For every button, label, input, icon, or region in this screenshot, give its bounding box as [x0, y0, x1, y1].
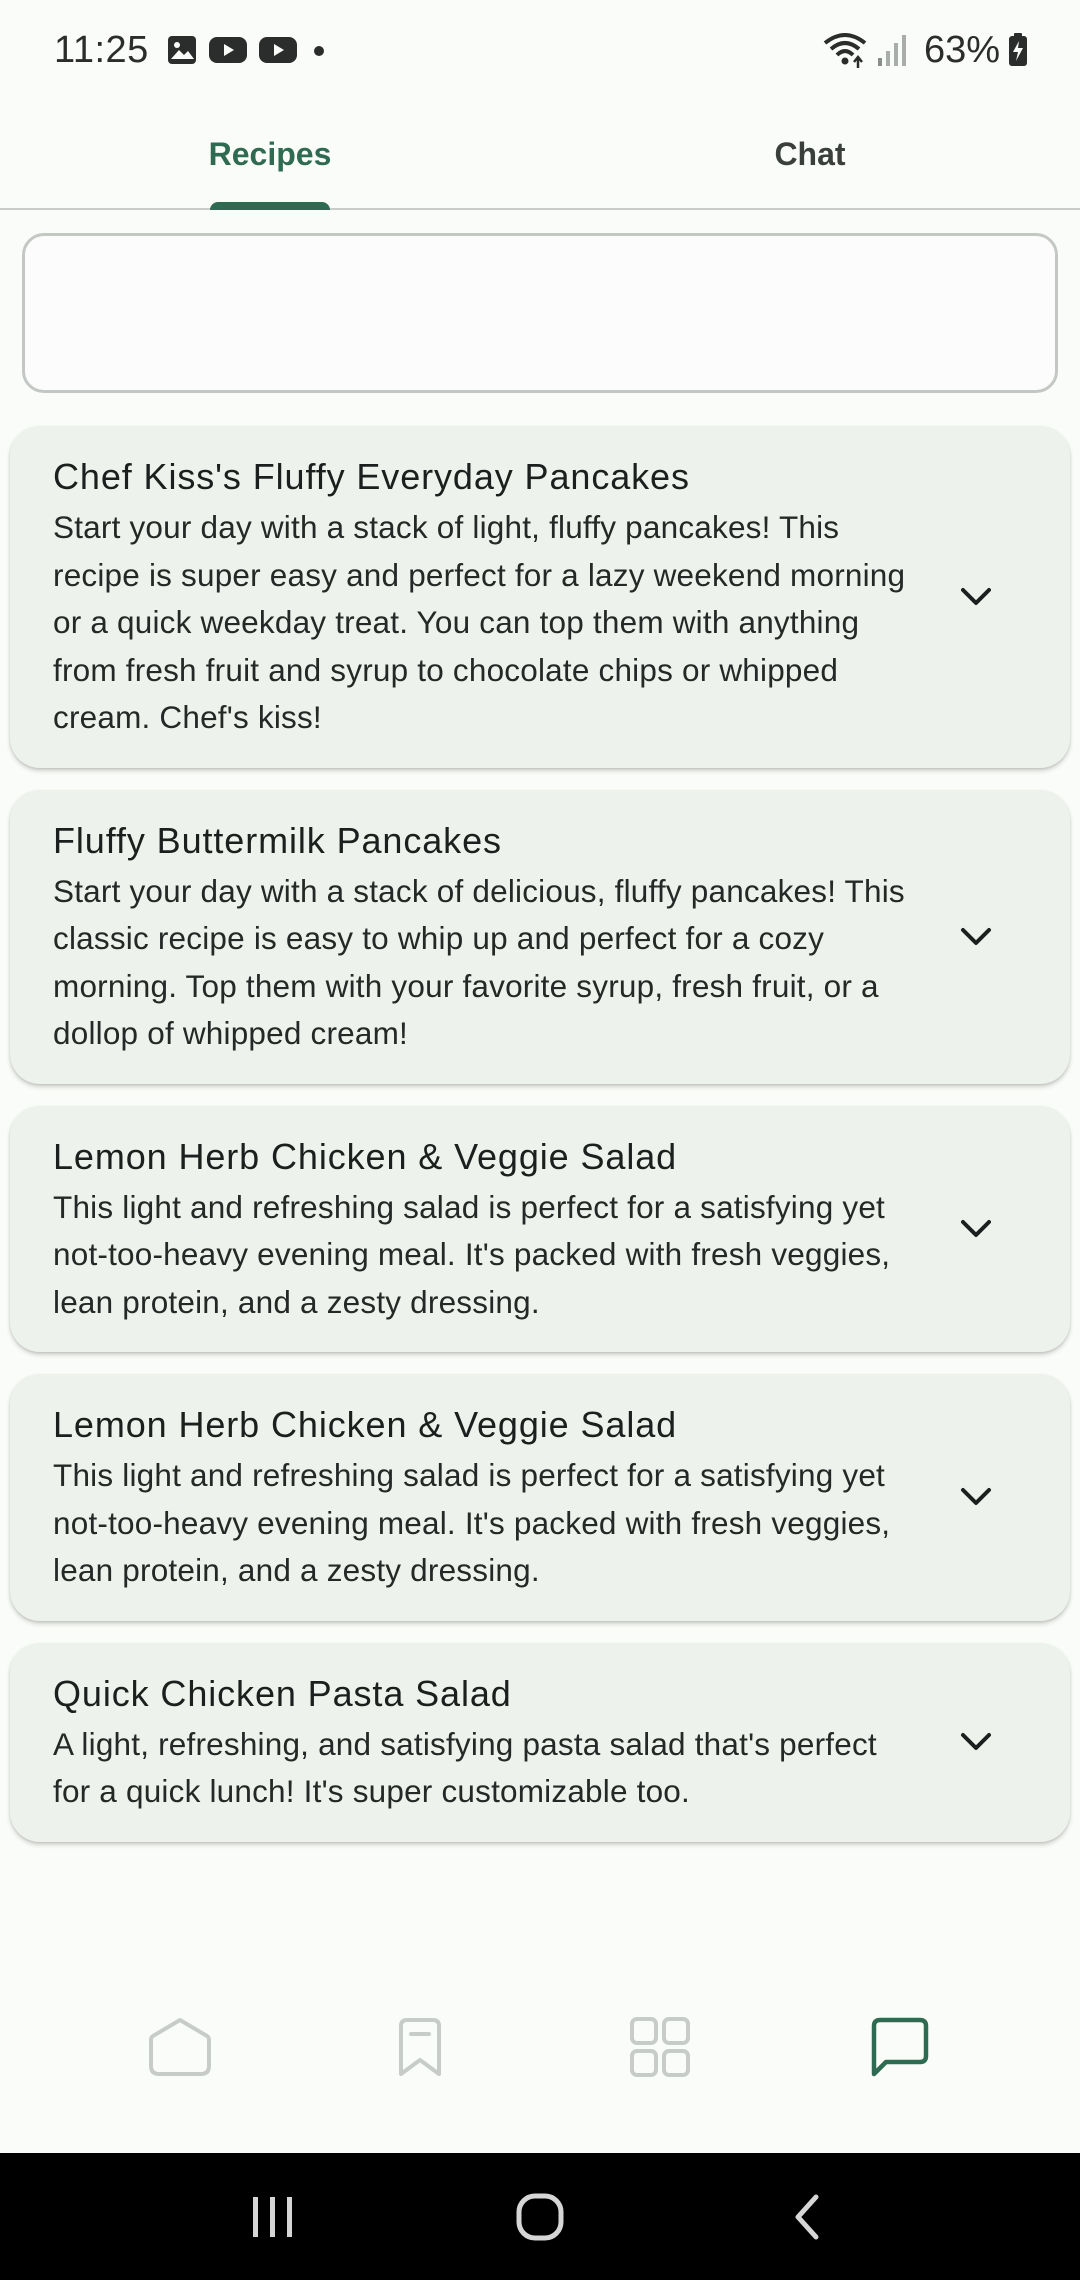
recent-apps-icon: [253, 2196, 293, 2237]
back-chevron-icon: [795, 2194, 819, 2239]
chevron-down-icon[interactable]: [956, 1209, 996, 1249]
bookmark-icon: [399, 2017, 441, 2076]
recipe-description: Start your day with a stack of light, fl…: [53, 509, 906, 735]
battery-percentage: 63%: [923, 28, 1000, 71]
chat-bubble-icon: [871, 2017, 929, 2076]
recipe-title: Chef Kiss's Fluffy Everyday Pancakes: [53, 456, 690, 497]
nav-home[interactable]: [120, 1987, 240, 2107]
recent-apps-button[interactable]: [218, 2162, 328, 2272]
chevron-down-icon[interactable]: [956, 577, 996, 617]
gallery-icon: [167, 35, 197, 65]
signal-icon: [876, 32, 910, 68]
tab-recipes[interactable]: Recipes: [0, 100, 540, 210]
recipe-title: Fluffy Buttermilk Pancakes: [53, 819, 502, 861]
grid-icon: [630, 2016, 690, 2077]
tab-bar: Recipes Chat: [0, 100, 1080, 210]
status-bar: 11:25 63%: [0, 0, 1080, 100]
recipe-description: A light, refreshing, and satisfying past…: [53, 1725, 877, 1810]
recipe-card[interactable]: Fluffy Buttermilk Pancakes Start your da…: [10, 789, 1070, 1084]
recipe-title: Lemon Herb Chicken & Veggie Salad: [53, 1404, 678, 1445]
app-screen: 11:25 63% Recipes Chat Chef Kiss's Fluff…: [0, 0, 1080, 2280]
recipe-list: Chef Kiss's Fluffy Everyday Pancakes Sta…: [10, 426, 1070, 1864]
home-circle-icon: [516, 2193, 564, 2240]
nav-chat[interactable]: [840, 1987, 960, 2107]
battery-charging-icon: [1008, 33, 1028, 67]
youtube-icon: [208, 35, 247, 65]
nav-bookmarks[interactable]: [360, 1987, 480, 2107]
dot-icon: [309, 35, 329, 65]
home-button[interactable]: [485, 2162, 595, 2272]
status-left: 11:25: [54, 29, 329, 72]
status-right: 63%: [822, 29, 1028, 72]
back-button[interactable]: [752, 2162, 862, 2272]
recipe-card[interactable]: Quick Chicken Pasta Salad A light, refre…: [10, 1642, 1070, 1842]
tab-chat-label: Chat: [774, 135, 846, 172]
bottom-navigation: [0, 1940, 1080, 2153]
active-tab-indicator: [210, 202, 330, 210]
tab-chat[interactable]: Chat: [540, 100, 1080, 208]
system-navigation-bar: [0, 2153, 1080, 2280]
recipe-card[interactable]: Chef Kiss's Fluffy Everyday Pancakes Sta…: [10, 426, 1070, 768]
tab-recipes-label: Recipes: [208, 135, 332, 172]
recipe-description: This light and refreshing salad is perfe…: [53, 1188, 891, 1320]
recipe-card[interactable]: Lemon Herb Chicken & Veggie Salad This l…: [10, 1105, 1070, 1352]
wifi-icon: [822, 31, 868, 69]
nav-browse[interactable]: [600, 1987, 720, 2107]
home-icon: [149, 2017, 211, 2076]
status-time: 11:25: [54, 28, 149, 71]
recipe-card[interactable]: Lemon Herb Chicken & Veggie Salad This l…: [10, 1374, 1070, 1621]
recipe-title: Lemon Herb Chicken & Veggie Salad: [53, 1135, 678, 1177]
recipe-description: Start your day with a stack of delicious…: [53, 872, 905, 1052]
chevron-down-icon[interactable]: [956, 917, 996, 957]
chevron-down-icon[interactable]: [956, 1477, 996, 1517]
chevron-down-icon[interactable]: [956, 1722, 996, 1762]
youtube-icon: [258, 35, 297, 65]
recipe-title: Quick Chicken Pasta Salad: [53, 1672, 512, 1714]
recipe-description: This light and refreshing salad is perfe…: [53, 1457, 891, 1588]
search-input[interactable]: [22, 233, 1058, 393]
